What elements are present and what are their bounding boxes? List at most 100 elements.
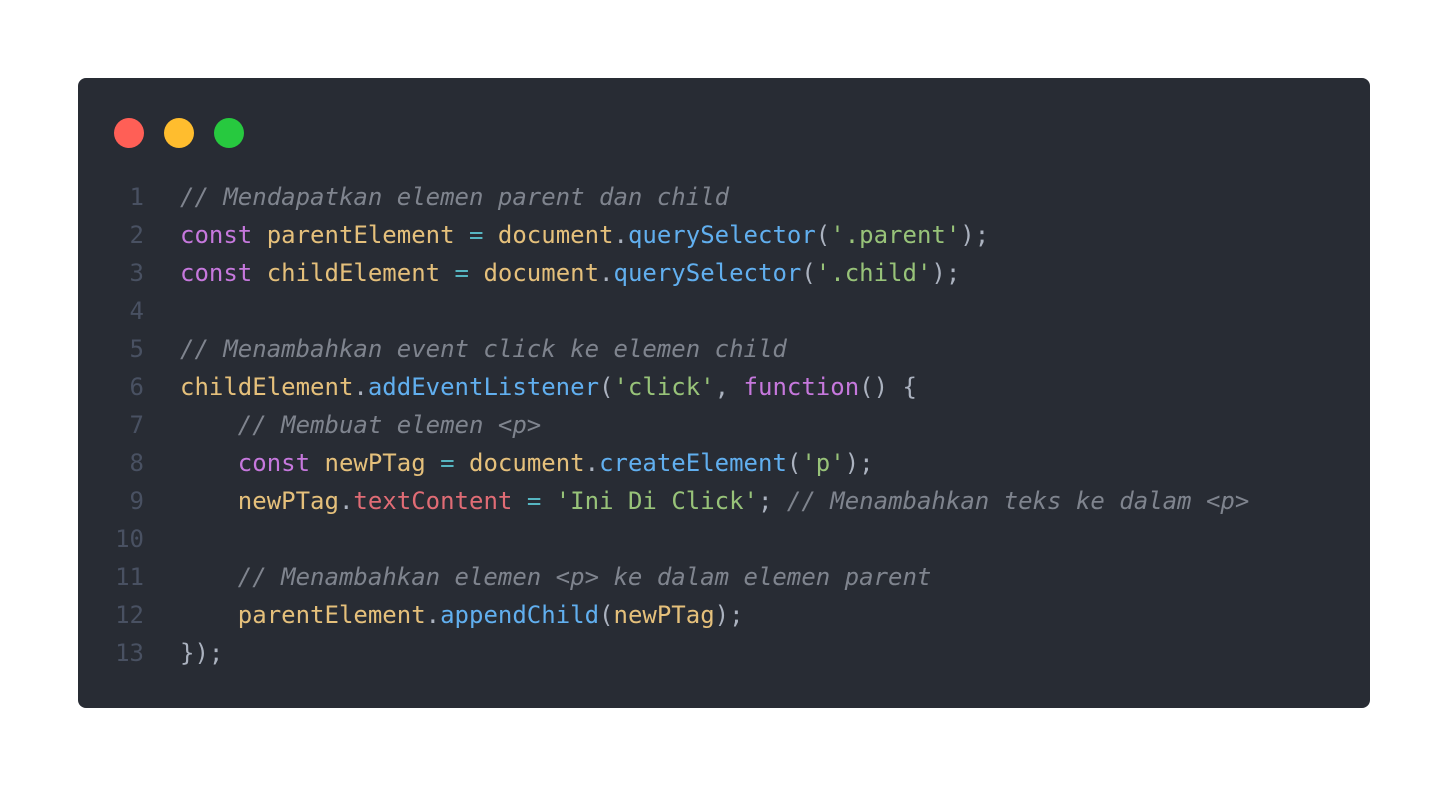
code-token-comment: // Menambahkan event click ke elemen chi… xyxy=(180,335,787,363)
line-number: 4 xyxy=(129,297,144,325)
code-token-comment: // Menambahkan elemen <p> ke dalam eleme… xyxy=(237,563,932,591)
code-token-property: textContent xyxy=(353,487,513,515)
code-line: 2 const parentElement = document.querySel… xyxy=(78,216,1370,254)
code-text: const newPTag = document.createElement('… xyxy=(144,444,874,482)
code-token-punct: ); xyxy=(960,221,990,249)
code-text: const parentElement = document.querySele… xyxy=(144,216,989,254)
code-token-string: '.child' xyxy=(815,259,932,287)
code-line: 5 // Menambahkan event click ke elemen ch… xyxy=(78,330,1370,368)
line-number: 9 xyxy=(129,487,144,515)
line-number: 1 xyxy=(129,183,144,211)
code-line: 8 const newPTag = document.createElement… xyxy=(78,444,1370,482)
code-token-punct: . xyxy=(353,373,368,401)
code-token-punct: . xyxy=(584,449,600,477)
code-token-punct: ( xyxy=(599,373,614,401)
code-token-variable: childElement xyxy=(266,259,441,287)
code-token-comment: // Mendapatkan elemen parent dan child xyxy=(180,183,730,211)
code-token-keyword: function xyxy=(743,373,860,401)
code-token-string: 'click' xyxy=(613,373,715,401)
code-token-punct: , xyxy=(714,373,744,401)
code-block: 1 // Mendapatkan elemen parent dan child 2… xyxy=(78,178,1370,672)
code-text: // Mendapatkan elemen parent dan child xyxy=(144,178,729,216)
code-token-punct: ( xyxy=(599,601,614,629)
minimize-dot[interactable] xyxy=(164,118,194,148)
code-text: }); xyxy=(144,634,223,672)
code-token-variable: document xyxy=(469,449,585,477)
code-token-comment: // Menambahkan teks ke dalam <p> xyxy=(786,487,1250,515)
code-line: 13}); xyxy=(78,634,1370,672)
code-token-punct: ); xyxy=(714,601,744,629)
line-number: 3 xyxy=(129,259,144,287)
code-token-operator: = xyxy=(440,449,455,477)
line-number: 8 xyxy=(129,449,144,477)
close-dot[interactable] xyxy=(114,118,144,148)
code-token-punct: ( xyxy=(815,221,831,249)
code-text: parentElement.appendChild(newPTag); xyxy=(144,596,744,634)
code-token-punct: ; xyxy=(758,487,787,515)
code-token-punct: ); xyxy=(844,449,874,477)
code-token-operator: = xyxy=(454,259,469,287)
code-token-keyword: const xyxy=(180,221,253,249)
window-controls xyxy=(114,118,244,148)
code-line: 4 xyxy=(78,292,1370,330)
code-token-variable: newPTag xyxy=(613,601,715,629)
code-token-punct: ); xyxy=(931,259,961,287)
code-token-punct: . xyxy=(599,259,614,287)
code-line: 11 // Menambahkan elemen <p> ke dalam el… xyxy=(78,558,1370,596)
code-token-string: 'Ini Di Click' xyxy=(555,487,759,515)
code-text: // Membuat elemen <p> xyxy=(144,406,541,444)
code-text: const childElement = document.querySelec… xyxy=(144,254,960,292)
line-number: 2 xyxy=(129,221,144,249)
code-token-punct: () { xyxy=(859,373,917,401)
code-line: 1 // Mendapatkan elemen parent dan child xyxy=(78,178,1370,216)
code-text: childElement.addEventListener('click', f… xyxy=(144,368,917,406)
code-token-comment: // Membuat elemen <p> xyxy=(237,411,542,439)
line-number: 7 xyxy=(129,411,144,439)
line-number: 13 xyxy=(115,639,144,667)
line-number: 6 xyxy=(129,373,144,401)
code-token-punct: }); xyxy=(180,639,224,667)
code-text: newPTag.textContent = 'Ini Di Click'; //… xyxy=(144,482,1250,520)
code-line: 3 const childElement = document.querySele… xyxy=(78,254,1370,292)
code-token-punct: ( xyxy=(786,449,802,477)
code-text: // Menambahkan event click ke elemen chi… xyxy=(144,330,787,368)
code-line: 9 newPTag.textContent = 'Ini Di Click'; … xyxy=(78,482,1370,520)
code-text: // Menambahkan elemen <p> ke dalam eleme… xyxy=(144,558,932,596)
line-number: 12 xyxy=(115,601,144,629)
code-token-variable: newPTag xyxy=(237,487,339,515)
code-token-variable: newPTag xyxy=(324,449,426,477)
code-window: 1 // Mendapatkan elemen parent dan child 2… xyxy=(78,78,1370,708)
code-token-method: querySelector xyxy=(613,259,802,287)
code-token-variable: document xyxy=(483,259,600,287)
code-token-variable: childElement xyxy=(180,373,354,401)
code-token-operator: = xyxy=(526,487,542,515)
line-number: 5 xyxy=(129,335,144,363)
code-token-punct: ( xyxy=(801,259,816,287)
code-token-keyword: const xyxy=(237,449,311,477)
code-token-punct: . xyxy=(338,487,354,515)
code-line: 10 xyxy=(78,520,1370,558)
code-token-punct: . xyxy=(425,601,441,629)
code-line: 7 // Membuat elemen <p> xyxy=(78,406,1370,444)
maximize-dot[interactable] xyxy=(214,118,244,148)
line-number: 10 xyxy=(115,525,144,553)
code-token-string: 'p' xyxy=(801,449,845,477)
code-token-variable: document xyxy=(497,221,614,249)
code-token-variable: parentElement xyxy=(237,601,426,629)
